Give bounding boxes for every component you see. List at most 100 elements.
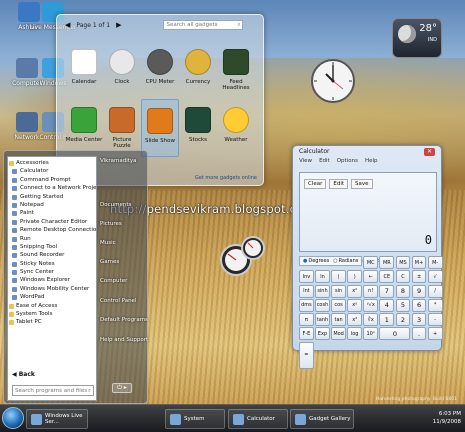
start-right-default-programs[interactable]: Default Programs (100, 317, 148, 323)
calc-key-k51[interactable]: . (411, 327, 427, 341)
calc-menu-options[interactable]: Options (337, 158, 358, 168)
gadget-media-center[interactable]: Media Center (65, 99, 103, 157)
gadget-calendar[interactable]: Calendar (65, 41, 103, 99)
start-right-games[interactable]: Games (100, 259, 119, 265)
mode-degrees-radio[interactable]: Degrees (303, 258, 329, 264)
program-windows-mobility-center[interactable]: Windows Mobility Center (8, 285, 96, 293)
program-private-character-editor[interactable]: Private Character Editor (8, 218, 96, 226)
calc-key-k17[interactable]: √ (427, 270, 443, 284)
program-system-tools[interactable]: System Tools (8, 310, 96, 318)
calc-key-m[interactable]: M- (427, 256, 443, 269)
gadget-picture-puzzle[interactable]: Picture Puzzle (103, 99, 141, 157)
start-right-music[interactable]: Music (100, 240, 116, 246)
taskbar-button-gadget-gallery[interactable]: Gadget Gallery (290, 409, 354, 429)
program-snipping-tool[interactable]: Snipping Tool (8, 243, 96, 251)
program-getting-started[interactable]: Getting Started (8, 193, 96, 201)
calc-key-cos[interactable]: cos (331, 298, 346, 312)
program-paint[interactable]: Paint (8, 209, 96, 217)
gadget-search-input[interactable]: Search all gadgets ⌕ (163, 20, 244, 30)
calc-edit-button[interactable]: Edit (329, 179, 349, 189)
program-wordpad[interactable]: WordPad (8, 293, 96, 301)
calc-key-exp[interactable]: Exp (315, 327, 330, 341)
calc-key-4[interactable]: 4 (379, 298, 395, 312)
calc-key-1[interactable]: 1 (379, 313, 395, 327)
gadget-currency[interactable]: Currency (179, 41, 217, 99)
search-icon[interactable]: ⌕ (237, 22, 240, 28)
calc-clear-button[interactable]: Clear (304, 179, 327, 189)
left-arrow-icon[interactable]: ◀ (65, 21, 70, 29)
calc-key-8[interactable]: 8 (395, 284, 411, 298)
taskbar-button-windows-live-ser[interactable]: Windows Live Ser... (26, 409, 88, 429)
calc-key-k52[interactable]: + (427, 327, 443, 341)
calc-key-cosh[interactable]: cosh (315, 298, 330, 312)
cpu-meter-gadget[interactable] (218, 232, 266, 280)
clock-date[interactable]: 11/9/2008 (433, 418, 461, 426)
close-icon[interactable]: ✕ (423, 148, 435, 156)
gadget-feed-headlines[interactable]: Feed Headlines (217, 41, 255, 99)
calc-key-x[interactable]: x³ (347, 313, 363, 327)
start-right-vikramaditya[interactable]: Vikramaditya (100, 158, 137, 164)
calc-key-sin[interactable]: sin (331, 284, 346, 298)
calc-key-tanh[interactable]: tanh (315, 313, 330, 327)
calc-key-6[interactable]: 6 (411, 298, 427, 312)
calc-key-0[interactable]: 0 (379, 327, 411, 341)
start-search-input[interactable]: Search programs and files ⌕ (12, 385, 94, 396)
gadget-slide-show[interactable]: Slide Show (141, 99, 179, 157)
calc-key-k12[interactable]: ) (347, 270, 363, 284)
program-windows-explorer[interactable]: Windows Explorer (8, 276, 96, 284)
gadget-cpu-meter[interactable]: CPU Meter (141, 41, 179, 99)
calc-key-inv[interactable]: Inv (299, 270, 314, 284)
program-accessories[interactable]: Accessories (8, 159, 96, 167)
gadget-stocks[interactable]: Stocks (179, 99, 217, 157)
calc-key-k26[interactable]: / (427, 284, 443, 298)
calc-key-k11[interactable]: ( (331, 270, 346, 284)
back-button[interactable]: ◀ Back (12, 371, 35, 378)
shutdown-button[interactable]: ⏻ ▸ (112, 383, 132, 393)
calc-key-k36[interactable]: π (299, 313, 314, 327)
program-remote-desktop-connection[interactable]: Remote Desktop Connection (8, 226, 96, 234)
get-more-gadgets-link[interactable]: Get more gadgets online (195, 175, 257, 181)
calc-key-x[interactable]: ∛x (363, 313, 379, 327)
angle-mode-selector[interactable]: DegreesRadiansGrads (299, 256, 383, 266)
calc-key-mr[interactable]: MR (379, 256, 395, 269)
calc-key-c[interactable]: C (395, 270, 411, 284)
program-sound-recorder[interactable]: Sound Recorder (8, 251, 96, 259)
calc-key-n[interactable]: n! (363, 284, 379, 298)
calc-key-3[interactable]: 3 (411, 313, 427, 327)
calc-key-k13[interactable]: ← (363, 270, 379, 284)
calc-key-k16[interactable]: ± (411, 270, 427, 284)
start-right-computer[interactable]: Computer (100, 278, 127, 284)
calc-key-ln[interactable]: ln (315, 270, 330, 284)
program-sticky-notes[interactable]: Sticky Notes (8, 260, 96, 268)
calc-save-button[interactable]: Save (351, 179, 373, 189)
start-button[interactable] (2, 407, 24, 429)
calc-key-ce[interactable]: CE (379, 270, 395, 284)
start-right-documents[interactable]: Documents (100, 202, 131, 208)
calc-key-5[interactable]: 5 (395, 298, 411, 312)
gadget-weather[interactable]: Weather (217, 99, 255, 157)
calc-key-k35[interactable]: * (427, 298, 443, 312)
start-right-help-and-support[interactable]: Help and Support (100, 337, 148, 343)
clock-time[interactable]: 6:03 PM (433, 410, 461, 418)
right-arrow-icon[interactable]: ▶ (116, 21, 121, 29)
calc-menu-edit[interactable]: Edit (319, 158, 330, 168)
calc-key-k44[interactable]: - (427, 313, 443, 327)
program-tablet-pc[interactable]: Tablet PC (8, 318, 96, 326)
program-run[interactable]: Run (8, 235, 96, 243)
calc-key-log[interactable]: log (347, 327, 363, 341)
calc-key-9[interactable]: 9 (411, 284, 427, 298)
clock-gadget[interactable] (310, 52, 356, 110)
calc-key-mc[interactable]: MC (363, 256, 379, 269)
gadget-clock[interactable]: Clock (103, 41, 141, 99)
weather-gadget[interactable]: 28° IND (392, 18, 442, 58)
mode-radians-radio[interactable]: Radians (333, 258, 359, 264)
calc-key-dms[interactable]: dms (299, 298, 314, 312)
calc-key-tan[interactable]: tan (331, 313, 346, 327)
calc-key-x[interactable]: xʸ (347, 298, 363, 312)
calc-key-2[interactable]: 2 (395, 313, 411, 327)
program-ease-of-access[interactable]: Ease of Access (8, 302, 96, 310)
start-right-pictures[interactable]: Pictures (100, 221, 122, 227)
calc-menu-help[interactable]: Help (365, 158, 378, 168)
calc-key-sinh[interactable]: sinh (315, 284, 330, 298)
calc-menu-view[interactable]: View (299, 158, 312, 168)
